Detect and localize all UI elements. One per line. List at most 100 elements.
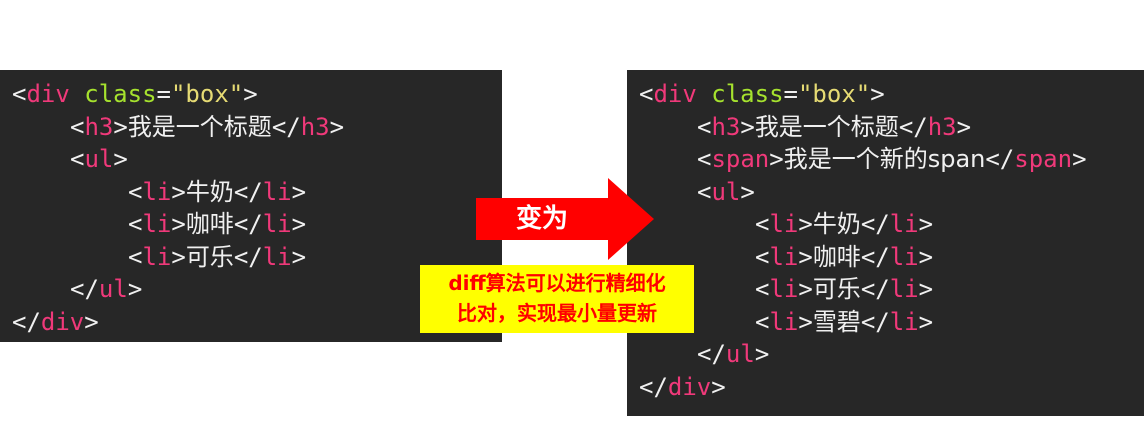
code-token-punct: </ xyxy=(985,145,1015,173)
code-token-tag: div xyxy=(40,307,85,336)
code-token-tag: div xyxy=(667,372,712,401)
note-line-1: diff算法可以进行精细化 xyxy=(448,271,666,295)
code-token-punct: < xyxy=(12,80,27,108)
code-token-punct: > xyxy=(171,242,186,271)
before-code-line: <li>可乐</li> xyxy=(128,241,306,273)
code-token-punct: = xyxy=(156,80,171,108)
code-token-tag: li xyxy=(769,275,799,303)
after-code-line: <div class="box"> xyxy=(639,78,885,110)
code-token-str: "box" xyxy=(170,80,244,108)
code-token-punct: < xyxy=(70,145,85,173)
code-token-text: 可乐 xyxy=(185,242,234,271)
code-token-punct: </ xyxy=(860,275,890,303)
code-token-text: 可乐 xyxy=(812,275,861,303)
after-code-line: </div> xyxy=(639,371,726,403)
code-token-punct: < xyxy=(755,210,770,238)
code-token-punct: > xyxy=(171,210,186,238)
code-token-tag: li xyxy=(262,242,292,271)
code-token-punct: </ xyxy=(70,275,99,303)
code-token-tag: ul xyxy=(725,340,755,368)
code-token-tag: li xyxy=(889,275,919,303)
code-token-punct: > xyxy=(798,307,813,336)
code-token-text: 牛奶 xyxy=(812,210,861,238)
code-token-str: "box" xyxy=(797,80,871,108)
arrow-label: 变为 xyxy=(515,204,568,234)
code-token-text: 咖啡 xyxy=(812,242,861,271)
code-token-punct: < xyxy=(128,210,143,238)
code-token-tag: li xyxy=(889,242,919,271)
code-token-tag: div xyxy=(653,80,697,108)
code-token-punct: < xyxy=(697,145,712,173)
before-code-line: <li>咖啡</li> xyxy=(128,208,306,240)
before-code-line: <h3>我是一个标题</h3> xyxy=(70,111,344,143)
code-token-punct: > xyxy=(1072,145,1087,173)
code-token-punct: > xyxy=(171,177,186,206)
code-token-punct: </ xyxy=(12,307,41,336)
after-code-line: <li>牛奶</li> xyxy=(755,208,933,240)
code-token-punct: > xyxy=(918,242,934,271)
code-token-punct: > xyxy=(291,242,307,271)
code-token-tag: h3 xyxy=(300,112,330,141)
code-token-tag: h3 xyxy=(711,112,741,141)
code-token-tag: span xyxy=(1014,145,1073,173)
code-token-punct: < xyxy=(697,177,712,206)
code-token-text: 我是一个新的span xyxy=(783,145,986,173)
code-token-punct: > xyxy=(291,177,307,206)
code-token-punct: > xyxy=(740,112,755,141)
code-token-tag: div xyxy=(26,80,70,108)
after-code-line: <li>咖啡</li> xyxy=(755,241,933,273)
after-code-line: <li>雪碧</li> xyxy=(755,306,933,338)
code-token-punct: </ xyxy=(860,242,890,271)
code-token-punct: < xyxy=(128,177,143,206)
code-token-punct: > xyxy=(740,177,755,206)
code-token-punct: < xyxy=(128,242,143,271)
code-token-punct: </ xyxy=(271,112,301,141)
code-token-punct: > xyxy=(956,112,972,141)
code-token-punct: </ xyxy=(898,112,928,141)
code-token-punct: < xyxy=(755,307,770,336)
code-token-punct: < xyxy=(639,80,654,108)
after-code-line: <h3>我是一个标题</h3> xyxy=(697,111,971,143)
code-token-tag: li xyxy=(769,242,799,271)
code-token-punct: > xyxy=(870,80,885,108)
code-token-punct: > xyxy=(84,307,99,336)
code-token-punct: < xyxy=(70,112,85,141)
code-token-punct: > xyxy=(754,340,770,368)
code-token-text: 牛奶 xyxy=(185,177,234,206)
code-token-text: 我是一个标题 xyxy=(754,112,899,141)
code-token-text: 雪碧 xyxy=(812,307,861,336)
after-code-line: <ul> xyxy=(697,176,755,208)
code-token-attr: class xyxy=(84,80,157,108)
code-token-punct: > xyxy=(918,210,934,238)
code-token-punct: < xyxy=(755,275,770,303)
code-token-punct: < xyxy=(755,242,770,271)
code-token-punct: > xyxy=(798,275,813,303)
code-token-punct: > xyxy=(243,80,258,108)
code-token-tag: h3 xyxy=(927,112,957,141)
code-token-punct: > xyxy=(711,372,726,401)
code-token-punct: </ xyxy=(860,307,890,336)
code-token-text: 我是一个标题 xyxy=(127,112,272,141)
code-token-punct: = xyxy=(783,80,798,108)
code-token-tag: ul xyxy=(84,145,114,173)
code-token-punct: > xyxy=(113,145,128,173)
code-token-punct: > xyxy=(798,242,813,271)
before-code-line: </div> xyxy=(12,306,99,338)
code-token-punct: </ xyxy=(639,372,668,401)
code-token-punct: > xyxy=(291,210,307,238)
code-token-punct: </ xyxy=(697,340,726,368)
code-token-punct: > xyxy=(918,275,934,303)
code-token-punct xyxy=(697,80,711,108)
after-code-line: </ul> xyxy=(697,338,769,370)
code-token-tag: li xyxy=(142,177,172,206)
note-line-2: 比对，实现最小量更新 xyxy=(457,301,657,325)
code-token-punct: </ xyxy=(233,177,263,206)
after-code-line: <span>我是一个新的span</span> xyxy=(697,143,1087,175)
code-token-tag: span xyxy=(711,145,770,173)
code-token-punct: > xyxy=(918,307,934,336)
after-code-panel: <div class="box"> <h3>我是一个标题</h3> <span>我是… xyxy=(627,70,1144,416)
diff-note-callout: diff算法可以进行精细化 比对，实现最小量更新 xyxy=(420,265,694,333)
before-code-line: <li>牛奶</li> xyxy=(128,176,306,208)
code-token-tag: ul xyxy=(98,275,128,303)
after-code-line: <li>可乐</li> xyxy=(755,273,933,305)
